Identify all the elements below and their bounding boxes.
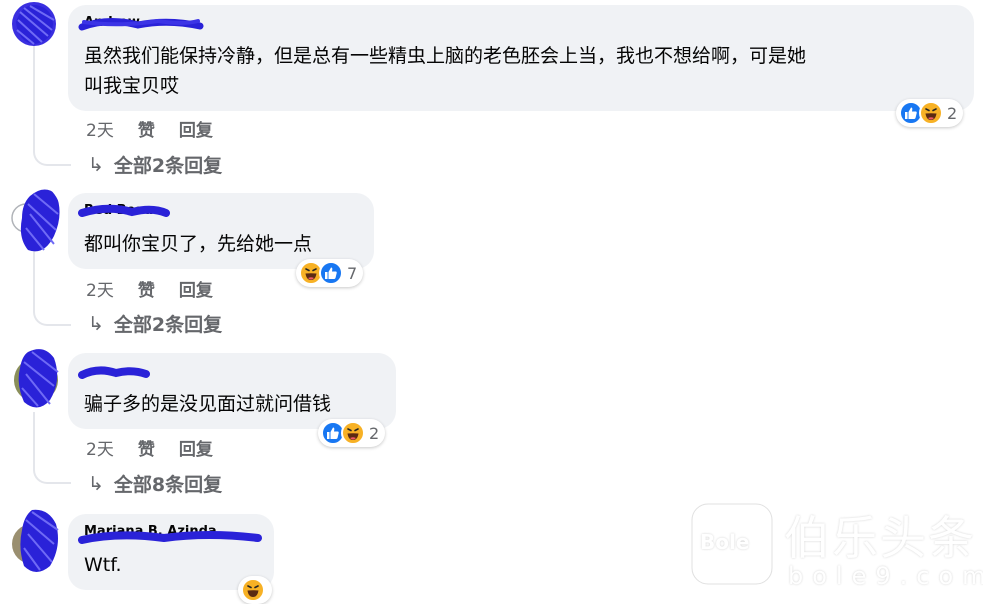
comment-text: 虽然我们能保持冷静，但是总有一些精虫上脑的老色胚会上当，我也不想给啊，可是她 叫… <box>84 41 806 101</box>
view-replies-link[interactable]: ↳ 全部2条回复 <box>88 310 222 337</box>
comment-text-line: Wtf. <box>84 554 122 576</box>
comment-bubble: 骗子多的是没见面过就问借钱 <box>68 353 396 429</box>
view-replies-link[interactable]: ↳ 全部8条回复 <box>88 470 222 497</box>
like-button[interactable]: 赞 <box>138 435 155 460</box>
reaction-summary[interactable]: 7 <box>296 259 364 287</box>
avatar[interactable] <box>10 184 62 254</box>
comment-text-line: 虽然我们能保持冷静，但是总有一些精虫上脑的老色胚会上当，我也不想给啊，可是她 <box>84 45 807 67</box>
view-replies-label: 全部2条回复 <box>113 314 223 336</box>
comment-text: 骗子多的是没见面过就问借钱 <box>84 389 331 419</box>
like-icon <box>319 261 343 285</box>
comment-bubble: Andrew 虽然我们能保持冷静，但是总有一些精虫上脑的老色胚会上当，我也不想给… <box>68 5 974 111</box>
watermark-url-text: bole9.com <box>788 562 983 590</box>
watermark-logo-text: Bole <box>700 530 750 554</box>
view-replies-link[interactable]: ↳ 全部2条回复 <box>88 151 222 178</box>
comment-actions: 2天 赞 回复 <box>86 276 237 301</box>
reaction-count: 2 <box>369 423 380 443</box>
reaction-count: 2 <box>947 103 958 123</box>
reaction-summary[interactable]: 2 <box>318 419 386 447</box>
reply-arrow-icon: ↳ <box>88 153 104 176</box>
avatar[interactable] <box>10 506 62 576</box>
redaction-scribble <box>78 531 262 544</box>
view-replies-label: 全部2条回复 <box>113 155 223 177</box>
comment-timestamp[interactable]: 2天 <box>86 276 114 301</box>
haha-icon <box>241 578 265 602</box>
reply-arrow-icon: ↳ <box>88 472 104 495</box>
comment-text-line: 叫我宝贝哎 <box>84 75 180 97</box>
thread-line <box>33 44 35 148</box>
thread-curve <box>33 464 71 484</box>
watermark: Bole 伯乐头条 bole9.com <box>688 500 983 592</box>
comment-timestamp[interactable]: 2天 <box>86 116 114 141</box>
reply-button[interactable]: 回复 <box>179 116 213 141</box>
thread-curve <box>33 306 71 326</box>
reply-button[interactable]: 回复 <box>179 276 213 301</box>
thread-line <box>33 250 35 308</box>
thread-curve <box>33 146 71 166</box>
reply-button[interactable]: 回复 <box>179 435 213 460</box>
haha-icon <box>919 101 943 125</box>
thread-line <box>33 412 35 466</box>
comment-text-line: 骗子多的是没见面过就问借钱 <box>84 393 332 415</box>
redaction-scribble <box>78 18 204 31</box>
redaction-scribble <box>78 204 170 217</box>
comment-actions: 2天 赞 回复 <box>86 435 237 460</box>
redaction-scribble <box>78 366 150 379</box>
reply-arrow-icon: ↳ <box>88 312 104 335</box>
like-button[interactable]: 赞 <box>138 116 155 141</box>
comment-text: Wtf. <box>84 550 122 580</box>
comment-timestamp[interactable]: 2天 <box>86 435 114 460</box>
haha-icon <box>341 421 365 445</box>
like-button[interactable]: 赞 <box>138 276 155 301</box>
reaction-count: 7 <box>347 263 358 283</box>
reaction-summary[interactable]: 2 <box>896 99 964 127</box>
avatar[interactable] <box>12 2 56 46</box>
comment-text-line: 都叫你宝贝了，先给她一点 <box>84 233 313 255</box>
comment-text: 都叫你宝贝了，先给她一点 <box>84 229 312 259</box>
comment-bubble: Red Beau 都叫你宝贝了，先给她一点 <box>68 193 374 269</box>
comment-actions: 2天 赞 回复 <box>86 116 237 141</box>
watermark-cn-text: 伯乐头条 <box>784 511 976 565</box>
view-replies-label: 全部8条回复 <box>113 474 223 496</box>
reaction-summary[interactable] <box>238 576 272 604</box>
avatar[interactable] <box>10 344 62 412</box>
